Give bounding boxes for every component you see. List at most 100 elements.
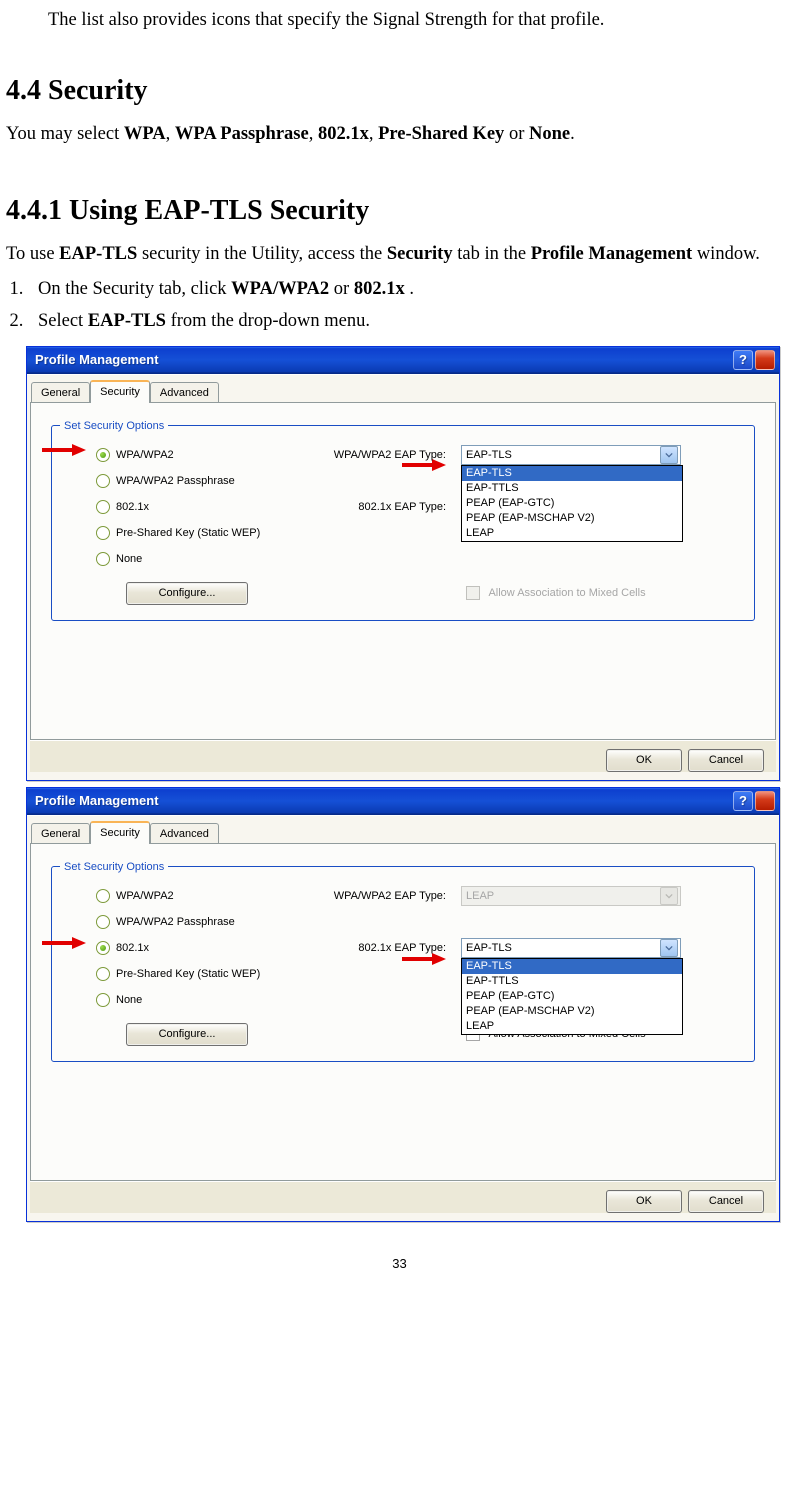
radio-wpa[interactable] [96,448,110,462]
subsection-paragraph: To use EAP-TLS security in the Utility, … [6,240,793,269]
close-button[interactable] [755,791,775,811]
mixed-cells-checkbox [466,586,480,600]
text: from the drop-down menu. [171,311,370,331]
close-button[interactable] [755,350,775,370]
radio-wpa[interactable] [96,889,110,903]
radio-psk-label: Pre-Shared Key (Static WEP) [116,525,260,542]
wpa-eap-type-combo: LEAP [461,886,681,906]
radio-passphrase[interactable] [96,915,110,929]
radio-8021x-label: 802.1x [116,940,149,957]
radio-passphrase-label: WPA/WPA2 Passphrase [116,473,235,490]
text: You may select [6,124,124,144]
profile-management-dialog-b: Profile Management ? General Security Ad… [26,787,780,1222]
cancel-button[interactable]: Cancel [688,1190,764,1213]
help-icon: ? [739,350,747,370]
dropdown-item[interactable]: PEAP (EAP-GTC) [462,989,682,1004]
intro-line: The list also provides icons that specif… [48,6,793,35]
opt-8021x: 802.1x [318,124,369,144]
8021x-eap-type-label: 802.1x EAP Type: [301,940,446,957]
section-paragraph: You may select WPA, WPA Passphrase, 802.… [6,120,793,149]
text: tab in the [457,244,530,264]
security-options-group: Set Security Options WPA/WPA2 WPA/WPA2 E… [51,866,755,1062]
text: . [570,124,575,144]
radio-passphrase[interactable] [96,474,110,488]
group-label: Set Security Options [60,859,168,876]
text: Select [38,311,88,331]
wpa-eap-type-combo[interactable]: EAP-TLS EAP-TLS EAP-TTLS PEAP (EAP-GTC) … [461,445,681,465]
text: . [409,279,414,299]
tab-bar: General Security Advanced [31,380,776,403]
radio-wpa-label: WPA/WPA2 [116,447,174,464]
help-button[interactable]: ? [733,350,753,370]
opt-none: None [529,124,570,144]
text: To use [6,244,59,264]
text: On the Security tab, click [38,279,231,299]
text-bold: Profile Management [531,244,693,264]
dropdown-item[interactable]: EAP-TTLS [462,481,682,496]
radio-none[interactable] [96,993,110,1007]
dropdown-item[interactable]: EAP-TLS [462,466,682,481]
titlebar[interactable]: Profile Management ? [27,788,779,815]
subsection-heading: 4.4.1 Using EAP-TLS Security [6,189,793,232]
radio-8021x-label: 802.1x [116,499,149,516]
text-bold: EAP-TLS [88,311,166,331]
titlebar[interactable]: Profile Management ? [27,347,779,374]
text: or [504,124,529,144]
dropdown-item[interactable]: PEAP (EAP-MSCHAP V2) [462,511,682,526]
window-title: Profile Management [35,350,731,370]
security-options-group: Set Security Options WPA/WPA2 WPA/WPA2 E… [51,425,755,621]
radio-passphrase-label: WPA/WPA2 Passphrase [116,914,235,931]
combo-value: EAP-TLS [466,447,512,464]
text: , [166,124,175,144]
combo-value: LEAP [466,888,494,905]
eap-type-dropdown: EAP-TLS EAP-TTLS PEAP (EAP-GTC) PEAP (EA… [461,958,683,1035]
text-bold: WPA/WPA2 [231,279,329,299]
text-bold: EAP-TLS [59,244,137,264]
dropdown-item[interactable]: EAP-TTLS [462,974,682,989]
dropdown-item[interactable]: EAP-TLS [462,959,682,974]
help-icon: ? [739,791,747,811]
chevron-down-icon[interactable] [660,446,678,464]
opt-passphrase: WPA Passphrase [175,124,309,144]
ok-button[interactable]: OK [606,1190,682,1213]
tab-page: Set Security Options WPA/WPA2 WPA/WPA2 E… [30,402,776,740]
dropdown-item[interactable]: PEAP (EAP-GTC) [462,496,682,511]
opt-wpa: WPA [124,124,166,144]
mixed-cells-label: Allow Association to Mixed Cells [488,587,645,599]
tab-bar: General Security Advanced [31,821,776,844]
dropdown-item[interactable]: PEAP (EAP-MSCHAP V2) [462,1004,682,1019]
text-bold: Security [387,244,453,264]
chevron-down-icon [660,887,678,905]
profile-management-dialog-a: Profile Management ? General Security Ad… [26,346,780,781]
help-button[interactable]: ? [733,791,753,811]
radio-psk-label: Pre-Shared Key (Static WEP) [116,966,260,983]
tab-security[interactable]: Security [90,821,150,844]
dropdown-item[interactable]: LEAP [462,1019,682,1034]
dropdown-item[interactable]: LEAP [462,526,682,541]
window-title: Profile Management [35,791,731,811]
cancel-button[interactable]: Cancel [688,749,764,772]
section-heading: 4.4 Security [6,69,793,112]
configure-button[interactable]: Configure... [126,1023,248,1046]
tab-page: Set Security Options WPA/WPA2 WPA/WPA2 E… [30,843,776,1181]
radio-psk[interactable] [96,967,110,981]
page-number: 33 [6,1254,793,1274]
radio-none-label: None [116,551,142,568]
wpa-eap-type-label: WPA/WPA2 EAP Type: [301,888,446,905]
radio-8021x[interactable] [96,941,110,955]
combo-value: EAP-TLS [466,940,512,957]
radio-8021x[interactable] [96,500,110,514]
chevron-down-icon[interactable] [660,939,678,957]
step-1: On the Security tab, click WPA/WPA2 or 8… [28,275,793,304]
radio-psk[interactable] [96,526,110,540]
tab-security[interactable]: Security [90,380,150,403]
text: security in the Utility, access the [142,244,387,264]
ok-button[interactable]: OK [606,749,682,772]
radio-none[interactable] [96,552,110,566]
configure-button[interactable]: Configure... [126,582,248,605]
group-label: Set Security Options [60,418,168,435]
8021x-eap-type-combo[interactable]: EAP-TLS EAP-TLS EAP-TTLS PEAP (EAP-GTC) … [461,938,681,958]
wpa-eap-type-label: WPA/WPA2 EAP Type: [301,447,446,464]
radio-wpa-label: WPA/WPA2 [116,888,174,905]
text: or [334,279,354,299]
